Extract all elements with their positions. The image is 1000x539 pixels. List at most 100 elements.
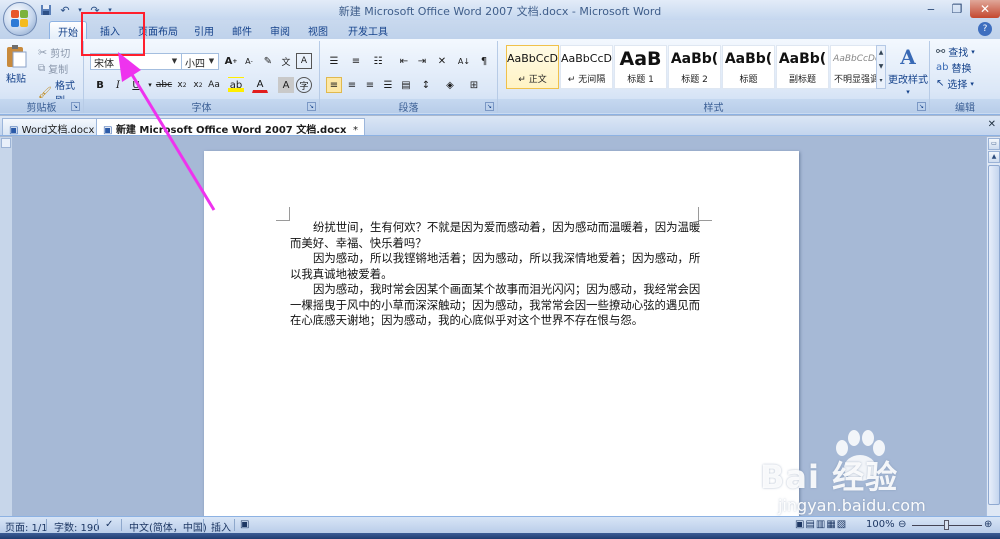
style-sample: AaBb( [724, 51, 773, 67]
crop-mark [276, 207, 290, 221]
window-title: 新建 Microsoft Office Word 2007 文档.docx - … [338, 5, 662, 18]
scissors-icon: ✂ [38, 46, 48, 59]
show-marks-icon[interactable]: ¶ [476, 53, 492, 69]
proofing-icon[interactable]: ✓ [105, 519, 113, 530]
distributed-icon[interactable]: ▤ [398, 77, 414, 93]
word-count[interactable]: 字数: 190 [54, 519, 100, 534]
subscript-icon[interactable]: x2 [174, 77, 190, 93]
tab-mailings[interactable]: 邮件 [224, 21, 260, 39]
chevron-down-icon[interactable]: ▼ [169, 55, 180, 68]
decrease-indent-icon[interactable]: ⇤ [396, 53, 412, 69]
line-spacing-icon[interactable]: ↕ [418, 77, 434, 93]
find-button[interactable]: ⚯ 查找 ▾ [936, 44, 975, 59]
paste-button[interactable]: 粘贴 [4, 43, 28, 85]
style-subtitle[interactable]: AaBb( 副标题 [776, 45, 829, 89]
align-right-icon[interactable]: ≡ [362, 77, 378, 93]
font-color-icon[interactable]: A [252, 77, 268, 93]
multilevel-list-icon[interactable]: ☷ [370, 53, 386, 69]
tab-review[interactable]: 审阅 [262, 21, 298, 39]
tab-view[interactable]: 视图 [300, 21, 336, 39]
grow-font-icon[interactable]: A + [223, 53, 239, 69]
macro-record-icon[interactable]: ▣ [240, 519, 249, 530]
shading-icon[interactable]: ◈ [442, 77, 458, 93]
scroll-thumb[interactable] [988, 165, 1000, 505]
ribbon: 粘贴 ✂ 剪切 ⧉ 复制 🖌 格式刷 剪贴板 ↘ 宋体 ▼ 小四 ▼ A+ A-… [0, 39, 1000, 115]
cut-button[interactable]: ✂ 剪切 [38, 45, 70, 60]
clear-format-icon[interactable]: ✎ [260, 53, 276, 69]
paragraph[interactable]: 因为感动，所以我铿锵地活着；因为感动，所以我深情地爱着；因为感动，所以我真诚地被… [290, 251, 702, 282]
font-size-combo[interactable]: 小四 ▼ [181, 53, 219, 70]
chevron-down-icon[interactable]: * [353, 125, 358, 136]
char-border-icon[interactable]: A [296, 53, 312, 69]
enclose-chars-icon[interactable]: 字 [296, 77, 312, 93]
zoom-in-icon[interactable]: ⊕ [984, 519, 992, 530]
tab-developer[interactable]: 开发工具 [340, 21, 396, 39]
borders-icon[interactable]: ⊞ [466, 77, 482, 93]
ruler-toggle-icon[interactable] [1, 138, 11, 148]
sort-icon[interactable]: A↓ [456, 53, 472, 69]
zoom-thumb[interactable] [944, 520, 949, 530]
zoom-out-icon[interactable]: ⊖ [898, 519, 906, 530]
document-page[interactable]: 纷扰世间，生有何欢？不就是因为爱而感动着，因为感动而温暖着，因为温暖而美好、幸福… [204, 151, 799, 516]
divider [97, 519, 98, 531]
styles-launcher-icon[interactable]: ↘ [917, 102, 926, 111]
editing-group: ⚯ 查找 ▾ ab 替换 ↖ 选择 ▾ 编辑 [930, 41, 1000, 114]
ruler-icon[interactable]: ▭ [988, 138, 1000, 150]
char-shading-icon[interactable]: A [278, 77, 294, 93]
align-center-icon[interactable]: ≡ [344, 77, 360, 93]
zoom-level[interactable]: 100% [866, 519, 895, 530]
style-no-spacing[interactable]: AaBbCcD ↵ 无间隔 [560, 45, 613, 89]
increase-indent-icon[interactable]: ⇥ [414, 53, 430, 69]
paragraph[interactable]: 纷扰世间，生有何欢？不就是因为爱而感动着，因为感动而温暖着，因为温暖而美好、幸福… [290, 220, 702, 251]
superscript-icon[interactable]: x2 [190, 77, 206, 93]
italic-icon[interactable]: I [110, 77, 126, 93]
paragraph[interactable]: 因为感动，我时常会因某个画面某个故事而泪光闪闪；因为感动，我经常会因一棵摇曳于风… [290, 282, 702, 329]
asian-layout-icon[interactable]: ✕ [434, 53, 450, 69]
tab-references[interactable]: 引用 [186, 21, 222, 39]
styles-group: AaBbCcD ↵ 正文 AaBbCcD ↵ 无间隔 AaB 标题 1 AaBb… [498, 41, 930, 114]
change-styles-button[interactable]: A 更改样式 ▾ [888, 45, 928, 96]
view-buttons[interactable]: ▣▤▥▦▧ [795, 519, 847, 530]
style-sample: AaBbCcD [561, 52, 612, 65]
align-left-icon[interactable]: ≡ [326, 77, 342, 93]
copy-button[interactable]: ⧉ 复制 [38, 61, 68, 76]
justify-icon[interactable]: ☰ [380, 77, 396, 93]
select-button[interactable]: ↖ 选择 ▾ [936, 76, 974, 91]
numbering-icon[interactable]: ≡ [348, 53, 364, 69]
page-count[interactable]: 页面: 1/1 [5, 519, 48, 534]
help-icon[interactable]: ? [978, 22, 992, 36]
style-sample: AaBb( [778, 51, 827, 67]
change-case-icon[interactable]: Aa [206, 77, 222, 93]
change-styles-icon: A [900, 45, 916, 69]
chevron-down-icon[interactable]: ▼ [206, 55, 217, 68]
word-doc-icon: ▣ [103, 125, 113, 136]
doc-tab-active[interactable]: ▣ 新建 Microsoft Office Word 2007 文档.docx … [96, 118, 365, 136]
replace-button[interactable]: ab 替换 [936, 60, 971, 75]
paragraph-launcher-icon[interactable]: ↘ [485, 102, 494, 111]
clipboard-launcher-icon[interactable]: ↘ [71, 102, 80, 111]
maximize-icon[interactable]: ❐ [944, 0, 970, 18]
style-heading-2[interactable]: AaBb( 标题 2 [668, 45, 721, 89]
bullets-icon[interactable]: ☰ [326, 53, 342, 69]
replace-icon: ab [936, 62, 949, 73]
strikethrough-icon[interactable]: abc [156, 77, 172, 93]
document-body[interactable]: 纷扰世间，生有何欢？不就是因为爱而感动着，因为感动而温暖着，因为温暖而美好、幸福… [290, 220, 702, 329]
vertical-scrollbar[interactable]: ▭ ▲ [986, 137, 1000, 516]
language[interactable]: 中文(简体，中国) [129, 519, 207, 534]
office-button[interactable] [3, 2, 37, 36]
font-launcher-icon[interactable]: ↘ [307, 102, 316, 111]
paragraph-group-label: 段落 [320, 99, 497, 114]
minimize-icon[interactable]: ‒ [918, 0, 944, 18]
scroll-up-icon[interactable]: ▲ [988, 151, 1000, 163]
bold-icon[interactable]: B [92, 77, 108, 93]
phonetic-guide-icon[interactable]: 文 [278, 53, 294, 69]
shrink-font-icon[interactable]: A- [241, 53, 257, 69]
style-normal[interactable]: AaBbCcD ↵ 正文 [506, 45, 559, 89]
close-icon[interactable]: ✕ [970, 0, 1000, 18]
styles-scroll[interactable]: ▲ ▼ ▾ [876, 45, 886, 89]
insert-mode[interactable]: 插入 [211, 519, 231, 534]
style-heading-1[interactable]: AaB 标题 1 [614, 45, 667, 89]
highlight-icon[interactable]: ab [228, 77, 244, 93]
style-title[interactable]: AaBb( 标题 [722, 45, 775, 89]
close-document-icon[interactable]: ✕ [988, 119, 996, 130]
